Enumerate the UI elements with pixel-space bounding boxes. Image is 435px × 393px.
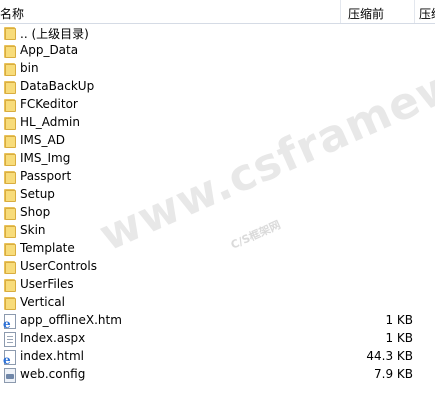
file-size: 7.9 KB xyxy=(374,367,413,381)
file-name: UserControls xyxy=(20,259,97,273)
folder-icon xyxy=(4,261,16,274)
folder-icon xyxy=(4,153,16,166)
config-document-icon xyxy=(4,368,16,383)
text-document-icon xyxy=(4,332,16,347)
file-row[interactable]: web.config 7.9 KB xyxy=(0,366,435,384)
folder-icon xyxy=(4,243,16,256)
file-name: IMS_AD xyxy=(20,133,65,147)
ie-document-icon: e xyxy=(3,350,16,366)
folder-row[interactable]: UserFiles xyxy=(0,276,435,294)
file-size: 1 KB xyxy=(385,331,413,345)
folder-icon xyxy=(4,81,16,94)
file-name: UserFiles xyxy=(20,277,74,291)
file-name: Skin xyxy=(20,223,46,237)
file-name: Passport xyxy=(20,169,72,183)
folder-row[interactable]: bin xyxy=(0,60,435,78)
file-name: Vertical xyxy=(20,295,65,309)
folder-row[interactable]: .. (上级目录) xyxy=(0,24,435,42)
file-name: App_Data xyxy=(20,43,79,57)
file-size: 44.3 KB xyxy=(366,349,413,363)
file-row[interactable]: e index.html 44.3 KB xyxy=(0,348,435,366)
file-row[interactable]: Index.aspx 1 KB xyxy=(0,330,435,348)
file-name: .. (上级目录) xyxy=(20,27,89,41)
folder-row[interactable]: Template xyxy=(0,240,435,258)
folder-icon xyxy=(4,27,16,40)
folder-icon xyxy=(4,117,16,130)
file-row[interactable]: e app_offlineX.htm 1 KB xyxy=(0,312,435,330)
file-name: app_offlineX.htm xyxy=(20,313,122,327)
file-name: HL_Admin xyxy=(20,115,80,129)
file-name: Template xyxy=(20,241,75,255)
file-name: FCKeditor xyxy=(20,97,78,111)
column-divider[interactable] xyxy=(340,0,341,23)
folder-icon xyxy=(4,45,16,58)
file-name: Index.aspx xyxy=(20,331,86,345)
folder-icon xyxy=(4,189,16,202)
folder-row[interactable]: Vertical xyxy=(0,294,435,312)
folder-icon xyxy=(4,207,16,220)
file-size: 1 KB xyxy=(385,313,413,327)
folder-icon xyxy=(4,225,16,238)
column-ratio-header[interactable]: 压缩 xyxy=(419,5,435,22)
column-size-header[interactable]: 压缩前 xyxy=(348,5,384,22)
file-name: bin xyxy=(20,61,39,75)
file-name: Shop xyxy=(20,205,51,219)
folder-icon xyxy=(4,279,16,292)
file-name: DataBackUp xyxy=(20,79,95,93)
file-name: Setup xyxy=(20,187,55,201)
folder-row[interactable]: UserControls xyxy=(0,258,435,276)
column-name-header[interactable]: 名称 xyxy=(0,5,24,22)
folder-icon xyxy=(4,135,16,148)
folder-icon xyxy=(4,63,16,76)
folder-icon xyxy=(4,99,16,112)
ie-document-icon: e xyxy=(3,314,16,330)
column-divider[interactable] xyxy=(414,0,415,23)
file-name: web.config xyxy=(20,367,86,381)
folder-icon xyxy=(4,171,16,184)
column-header: 名称 压缩前 压缩 xyxy=(0,0,435,24)
file-name: IMS_Img xyxy=(20,151,71,165)
folder-icon xyxy=(4,297,16,310)
file-name: index.html xyxy=(20,349,84,363)
folder-row[interactable]: App_Data xyxy=(0,42,435,60)
folder-row[interactable]: Skin xyxy=(0,222,435,240)
